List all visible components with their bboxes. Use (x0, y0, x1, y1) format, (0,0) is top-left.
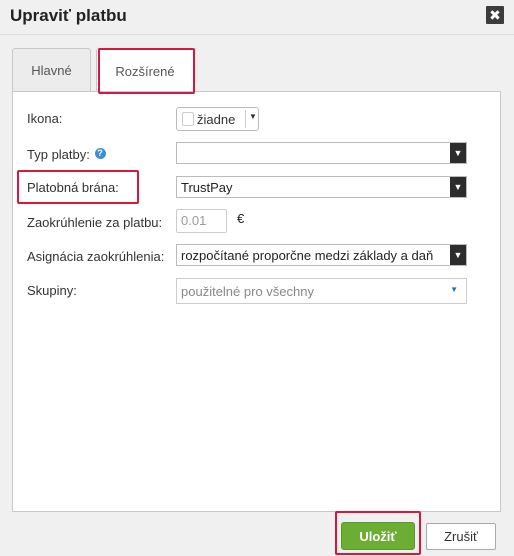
cancel-button[interactable]: Zrušiť (426, 523, 496, 550)
icon-select-separator (245, 110, 246, 128)
icon-select-value: žiadne (197, 112, 236, 127)
payment-type-label: Typ platby: ? (27, 147, 106, 162)
close-icon[interactable]: ✖ (486, 6, 504, 24)
icon-swatch (182, 112, 194, 126)
tab-hlavne[interactable]: Hlavné (12, 48, 91, 92)
dropdown-arrow-icon: ▼ (450, 177, 466, 197)
groups-value: použitelné pro všechny (181, 284, 314, 299)
payment-type-label-text: Typ platby: (27, 147, 90, 162)
advanced-tab-highlight (98, 48, 195, 94)
payment-type-select[interactable]: ▼ (176, 142, 467, 164)
rounding-assignment-label: Asignácia zaokrúhlenia: (27, 249, 165, 264)
title-divider (0, 34, 514, 35)
help-icon[interactable]: ? (94, 148, 106, 159)
dropdown-arrow-icon: ▼ (450, 143, 466, 163)
icon-select[interactable]: žiadne ▼ (176, 107, 259, 131)
dropdown-arrow-icon: ▼ (450, 245, 466, 265)
currency-unit: € (237, 211, 245, 226)
rounding-input[interactable]: 0.01 (176, 209, 227, 233)
rounding-assignment-select[interactable]: rozpočítané proporčne medzi základy a da… (176, 244, 467, 266)
save-button[interactable]: Uložiť (341, 522, 415, 550)
icon-label: Ikona: (27, 111, 63, 126)
chevron-down-icon: ▼ (249, 112, 257, 121)
chevron-down-icon: ▼ (450, 285, 458, 294)
payment-gateway-value: TrustPay (181, 180, 233, 195)
groups-label: Skupiny: (27, 283, 77, 298)
dialog-title: Upraviť platbu (10, 6, 127, 25)
payment-gateway-select[interactable]: TrustPay ▼ (176, 176, 467, 198)
rounding-assignment-value: rozpočítané proporčne medzi základy a da… (181, 248, 434, 263)
groups-select[interactable]: použitelné pro všechny ▼ (176, 278, 467, 304)
payment-gateway-highlight (17, 170, 139, 204)
rounding-label: Zaokrúhlenie za platbu: (27, 215, 163, 230)
